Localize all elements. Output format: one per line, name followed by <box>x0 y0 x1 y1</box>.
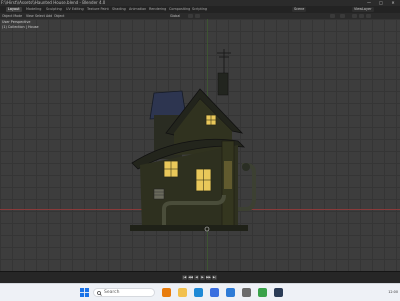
jump-back-button[interactable]: ◀◀ <box>188 275 193 280</box>
tab-texture-paint[interactable]: Texture Paint <box>85 7 111 12</box>
jump-start-button[interactable]: |◀ <box>182 275 187 280</box>
haunted-house-model[interactable] <box>120 49 280 239</box>
xray-icon[interactable] <box>340 14 345 18</box>
tab-scripting[interactable]: Scripting <box>190 7 209 12</box>
jump-end-button[interactable]: ▶| <box>212 275 217 280</box>
jump-forward-button[interactable]: ▶▶ <box>206 275 211 280</box>
tab-uv-editing[interactable]: UV Editing <box>64 7 86 12</box>
workspace-tab-bar: Layout Modeling Sculpting UV Editing Tex… <box>0 6 400 13</box>
tab-compositing[interactable]: Compositing <box>167 7 192 12</box>
taskbar-search-box[interactable]: Search <box>93 288 155 297</box>
shading-solid-icon[interactable] <box>352 14 357 18</box>
tab-sculpting[interactable]: Sculpting <box>44 7 64 12</box>
view-name-label: User Perspective <box>2 20 31 24</box>
tab-layout[interactable]: Layout <box>6 7 22 12</box>
windows-taskbar: Search 12:00 <box>0 283 400 301</box>
mail-app-icon[interactable] <box>226 288 235 297</box>
shading-rendered-icon[interactable] <box>366 14 371 18</box>
store-app-icon[interactable] <box>210 288 219 297</box>
view-layer-selector[interactable]: ViewLayer <box>352 7 374 12</box>
settings-app-icon[interactable] <box>242 288 251 297</box>
shading-material-icon[interactable] <box>359 14 364 18</box>
tab-animation[interactable]: Animation <box>127 7 148 12</box>
play-reverse-button[interactable]: ◀ <box>194 275 199 280</box>
tab-rendering[interactable]: Rendering <box>147 7 168 12</box>
search-icon <box>97 290 102 296</box>
3d-viewport[interactable]: User Perspective (1) Collection | House <box>0 19 400 271</box>
tab-shading[interactable]: Shading <box>110 7 128 12</box>
collection-label: (1) Collection | House <box>2 25 39 29</box>
clock[interactable]: 12:00 <box>388 288 398 297</box>
search-label: Search <box>104 290 120 295</box>
play-button[interactable]: ▶ <box>200 275 205 280</box>
chrome-app-icon[interactable] <box>258 288 267 297</box>
proportional-edit-icon[interactable] <box>195 14 200 18</box>
scene-selector[interactable]: Scene <box>292 7 307 12</box>
snap-icon[interactable] <box>188 14 193 18</box>
folder-app-icon[interactable] <box>178 288 187 297</box>
blender-app-icon[interactable] <box>162 288 171 297</box>
overlay-icon[interactable] <box>330 14 335 18</box>
edge-app-icon[interactable] <box>194 288 203 297</box>
tab-modeling[interactable]: Modeling <box>24 7 43 12</box>
steam-app-icon[interactable] <box>274 288 283 297</box>
windows-start-icon[interactable] <box>80 288 89 297</box>
